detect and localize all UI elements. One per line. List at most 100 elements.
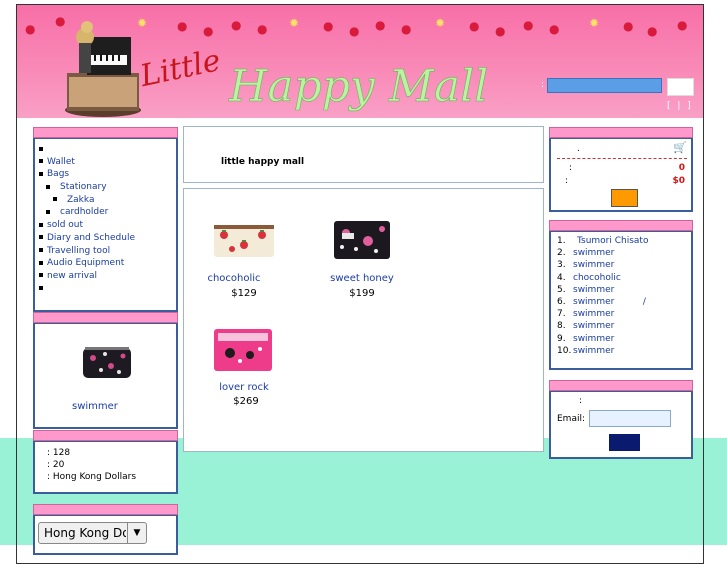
ranking-number: 10.: [557, 345, 572, 356]
strawberry-icon: ●: [549, 22, 560, 36]
ranking-number: 8.: [557, 321, 566, 332]
ranking-item[interactable]: 2. swimmer: [557, 247, 691, 259]
currency-selected-value: Hong Kong Dollars: [44, 526, 126, 540]
ranking-title[interactable]: swimmer: [573, 285, 614, 295]
bullet-icon: [39, 235, 43, 240]
category-label: Zakka: [67, 194, 95, 205]
featured-product-name[interactable]: swimmer: [72, 401, 118, 412]
shop-title: little happy mall: [221, 157, 305, 167]
ranking-number: 4.: [557, 272, 566, 283]
piano-jewelry-box-image: [65, 21, 141, 117]
ranking-title[interactable]: Tsumori Chisato: [577, 236, 648, 246]
ranking-item[interactable]: 9. swimmer: [557, 333, 691, 345]
header-search-button[interactable]: [667, 78, 694, 96]
category-item[interactable]: sold out: [39, 219, 176, 232]
product-thumbnail-sweet-honey[interactable]: [328, 215, 396, 265]
stats-line-1: : 128: [47, 448, 71, 458]
newsletter-box: : Email:: [549, 380, 693, 459]
category-item[interactable]: Travelling tool: [39, 245, 176, 258]
ranking-item[interactable]: 5. swimmer: [557, 284, 691, 296]
ranking-item[interactable]: 4. chocoholic: [557, 272, 691, 284]
cart-items-count: 0: [678, 163, 685, 173]
product-price-lover-rock: $269: [233, 396, 259, 407]
strawberry-icon: ●: [257, 22, 268, 36]
ranking-title[interactable]: swimmer: [573, 260, 614, 270]
ranking-number: 1.: [557, 236, 566, 246]
cart-icon[interactable]: 🛒: [673, 141, 687, 154]
chevron-down-icon[interactable]: ▼: [127, 523, 146, 543]
product-name-sweet-honey[interactable]: sweet honey: [312, 273, 412, 284]
bullet-icon: [39, 248, 43, 252]
cart-dot: .: [577, 144, 580, 154]
product-grid: chocoholic $129 sweet honey $199 lover r…: [183, 188, 544, 452]
strawberry-icon: ●: [623, 19, 634, 33]
site-logo: Little Happy Mall: [137, 43, 489, 112]
ranking-number: 7.: [557, 309, 566, 320]
ranking-item[interactable]: 6. swimmer /: [557, 296, 691, 308]
product-name-lover-rock[interactable]: lover rock: [200, 382, 288, 393]
ranking-title[interactable]: swimmer: [573, 334, 614, 344]
category-item[interactable]: new arrival: [39, 270, 176, 283]
stats-line-3: : Hong Kong Dollars: [47, 472, 137, 482]
svg-text:Little: Little: [137, 43, 224, 94]
categories-header-bar: [33, 127, 178, 138]
category-item[interactable]: Audio Equipment: [39, 257, 176, 270]
header-search-input[interactable]: [547, 78, 662, 93]
category-item[interactable]: Stationary: [39, 181, 176, 194]
currency-select[interactable]: Hong Kong Dollars ▼: [38, 522, 147, 544]
search-label: :: [541, 80, 545, 90]
featured-header-bar: [33, 312, 178, 323]
category-item[interactable]: Diary and Schedule: [39, 232, 176, 245]
product-thumbnail-chocoholic[interactable]: [210, 215, 278, 265]
subscribe-button[interactable]: [609, 434, 640, 451]
product-name-chocoholic[interactable]: chocoholic: [190, 273, 278, 284]
ranking-title[interactable]: swimmer: [573, 321, 614, 331]
header-links[interactable]: [ | ]: [667, 101, 693, 111]
product-thumbnail-lover-rock[interactable]: [210, 325, 278, 375]
email-label: Email:: [557, 414, 586, 424]
ranking-title[interactable]: chocoholic: [573, 273, 621, 283]
email-field[interactable]: [589, 410, 671, 427]
category-item[interactable]: Bags: [39, 168, 176, 181]
ranking-list: 1. Tsumori Chisato 2. swimmer 3. swimmer 4. cho…: [551, 232, 691, 357]
featured-box: swimmer: [33, 312, 178, 429]
cart-total-label: :: [565, 176, 569, 186]
cart-items-label: :: [569, 163, 573, 173]
category-item[interactable]: Wallet: [39, 156, 176, 169]
category-list: Wallet Bags Stationary Zakka cardholder sold …: [35, 139, 176, 295]
bullet-icon: [53, 197, 57, 202]
ranking-number: 6.: [557, 296, 566, 307]
sun-icon: ✹: [589, 16, 600, 30]
category-item[interactable]: cardholder: [39, 206, 176, 219]
strawberry-icon: ●: [177, 19, 188, 33]
strawberry-icon: ●: [401, 22, 412, 36]
category-label: Audio Equipment: [47, 258, 125, 269]
stats-header-bar: [33, 430, 178, 441]
bullet-icon: [39, 146, 43, 151]
sun-icon: ✹: [289, 16, 300, 30]
category-item[interactable]: Zakka: [39, 194, 176, 207]
ranking-header-bar: [549, 220, 693, 231]
category-item[interactable]: [39, 143, 176, 156]
cart-box: . 🛒 : 0 : $0: [549, 127, 693, 212]
ranking-item[interactable]: 7. swimmer: [557, 308, 691, 320]
swimmer-wallet-thumbnail[interactable]: [81, 344, 133, 380]
welcome-panel: little happy mall: [183, 126, 544, 183]
bullet-icon: [39, 222, 43, 227]
strawberry-icon: ●: [523, 18, 534, 32]
category-label: Wallet: [47, 156, 75, 167]
category-item[interactable]: [39, 283, 176, 296]
svg-text:Happy Mall: Happy Mall: [228, 61, 488, 112]
ranking-item[interactable]: 3. swimmer: [557, 259, 691, 271]
ranking-title[interactable]: swimmer /: [573, 297, 646, 307]
ranking-title[interactable]: swimmer: [573, 309, 614, 319]
ranking-title[interactable]: swimmer: [573, 346, 614, 356]
category-label: Bags: [47, 169, 70, 180]
categories-box: Wallet Bags Stationary Zakka cardholder sold …: [33, 127, 178, 312]
ranking-item[interactable]: 10. swimmer: [557, 345, 691, 357]
ranking-item[interactable]: 1. Tsumori Chisato: [557, 235, 691, 247]
strawberry-icon: ●: [375, 18, 386, 32]
ranking-item[interactable]: 8. swimmer: [557, 320, 691, 332]
checkout-button[interactable]: [611, 189, 638, 207]
ranking-title[interactable]: swimmer: [573, 248, 614, 258]
